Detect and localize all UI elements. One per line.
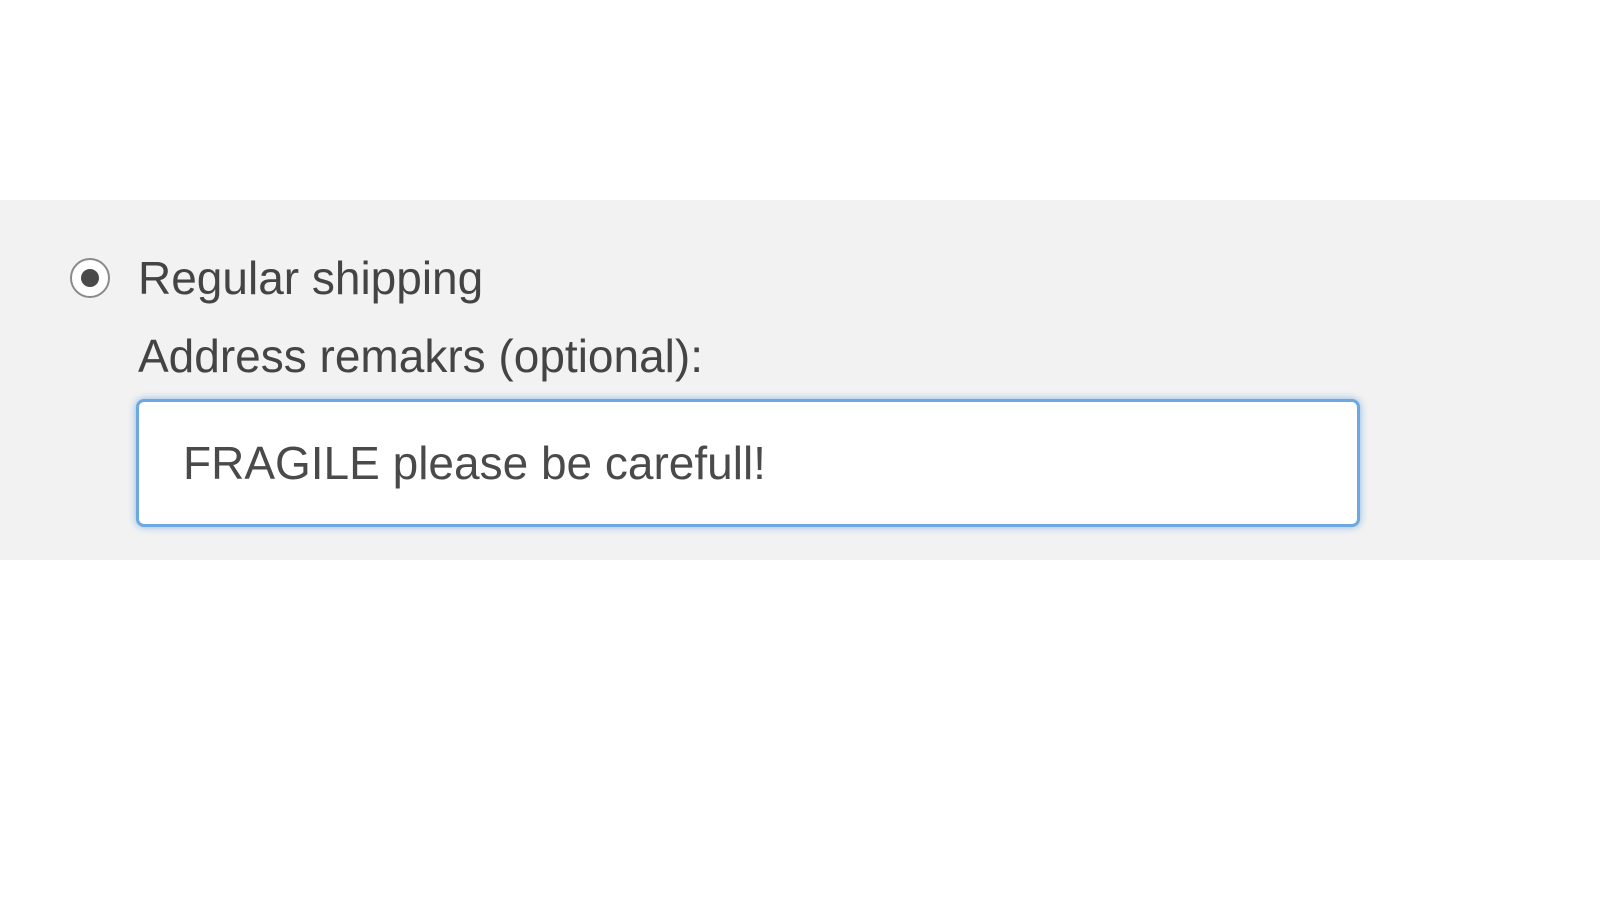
address-remarks-field-wrap <box>136 399 1530 527</box>
regular-shipping-option[interactable]: Regular shipping <box>70 255 1530 301</box>
radio-selected-dot <box>81 269 99 287</box>
address-remarks-label: Address remakrs (optional): <box>138 329 1530 383</box>
regular-shipping-label: Regular shipping <box>138 255 483 301</box>
address-remarks-input[interactable] <box>136 399 1360 527</box>
top-spacer <box>0 0 1600 200</box>
bottom-spacer <box>0 560 1600 900</box>
shipping-form-panel: Regular shipping Address remakrs (option… <box>0 200 1600 560</box>
radio-icon[interactable] <box>70 258 110 298</box>
